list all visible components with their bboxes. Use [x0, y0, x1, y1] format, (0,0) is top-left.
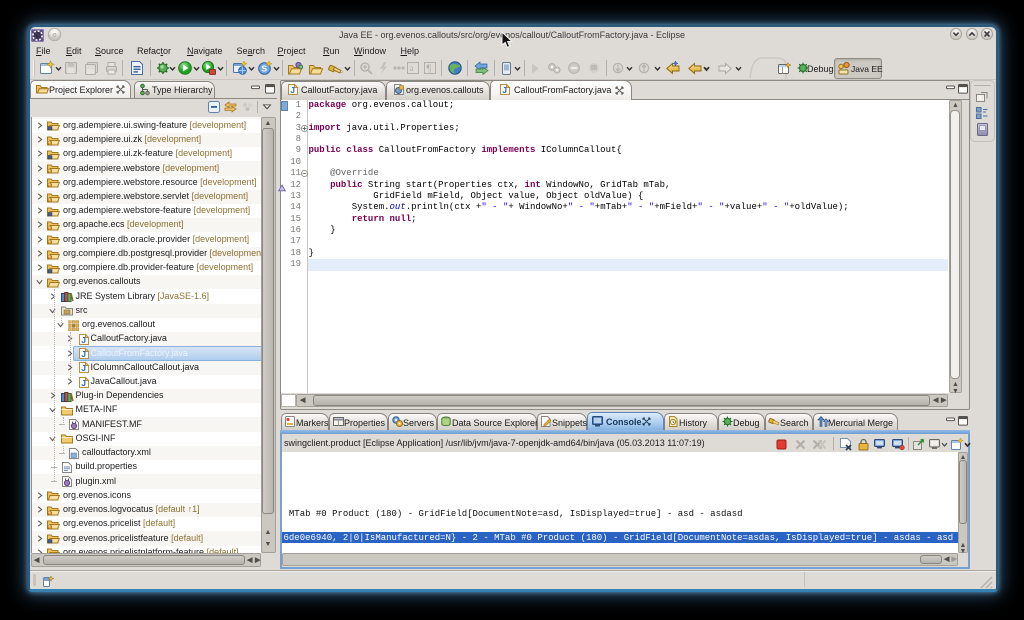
svg-text:J: J — [81, 363, 86, 373]
svg-text:J: J — [81, 335, 86, 345]
svg-text:J: J — [290, 85, 295, 95]
svg-text:J: J — [502, 85, 507, 95]
svg-text:J: J — [81, 378, 86, 388]
svg-text:S: S — [261, 64, 267, 74]
svg-text:¶: ¶ — [427, 64, 432, 75]
svg-text:a: a — [410, 63, 414, 73]
svg-text:J: J — [81, 349, 86, 359]
